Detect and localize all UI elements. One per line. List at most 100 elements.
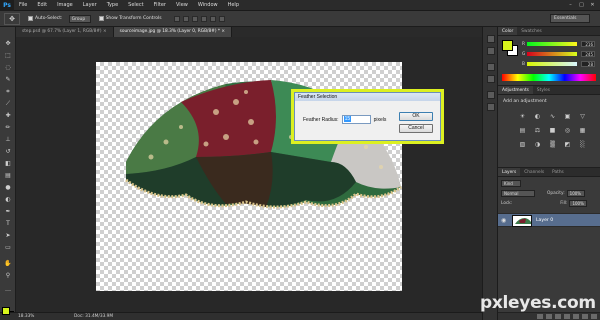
history-brush-tool-icon[interactable]: ↺ bbox=[3, 147, 13, 156]
new-adjustment-icon[interactable] bbox=[564, 314, 570, 319]
align-top-icon[interactable] bbox=[173, 15, 180, 22]
marquee-tool-icon[interactable]: ⬚ bbox=[3, 51, 13, 60]
tab-paths[interactable]: Paths bbox=[548, 168, 568, 176]
layer-row[interactable]: ◉ Layer 0 bbox=[498, 213, 600, 227]
menu-filter[interactable]: Filter bbox=[149, 2, 171, 8]
add-mask-icon[interactable] bbox=[555, 314, 561, 319]
tab-color[interactable]: Color bbox=[498, 27, 518, 35]
tab-sourceimage[interactable]: sourceimage.jpg @ 18.3% (Layer 0, RGB/8#… bbox=[113, 27, 232, 37]
menu-view[interactable]: View bbox=[171, 2, 193, 8]
new-group-icon[interactable] bbox=[573, 314, 579, 319]
slider-b-value[interactable]: 28 bbox=[581, 61, 595, 67]
fill-input[interactable]: 100% bbox=[569, 199, 588, 207]
properties-icon[interactable] bbox=[487, 47, 495, 55]
zoom-tool-icon[interactable]: ⚲ bbox=[3, 271, 13, 280]
workspace-switcher[interactable]: Essentials bbox=[550, 14, 590, 23]
move-icon[interactable]: ✥ bbox=[4, 12, 20, 25]
brush-panel-icon[interactable] bbox=[487, 91, 495, 99]
brush-tool-icon[interactable]: ✏ bbox=[3, 123, 13, 132]
hue-saturation-icon[interactable]: ▤ bbox=[518, 126, 527, 134]
gradient-map-icon[interactable]: ░ bbox=[578, 140, 587, 148]
curves-icon[interactable]: ∿ bbox=[548, 112, 557, 120]
slider-r-value[interactable]: 216 bbox=[581, 41, 595, 47]
layer-style-icon[interactable] bbox=[546, 314, 552, 319]
quick-select-tool-icon[interactable]: ✎ bbox=[3, 75, 13, 84]
color-spectrum-bar[interactable] bbox=[502, 74, 596, 81]
delete-layer-icon[interactable] bbox=[591, 314, 597, 319]
menu-select[interactable]: Select bbox=[123, 2, 148, 8]
layer-name[interactable]: Layer 0 bbox=[536, 218, 553, 223]
color-foreground-swatch[interactable] bbox=[502, 40, 513, 51]
color-lookup-icon[interactable]: ▧ bbox=[518, 140, 527, 148]
character-icon[interactable] bbox=[487, 63, 495, 71]
hand-tool-icon[interactable]: ✋ bbox=[3, 259, 13, 268]
maximize-button[interactable]: □ bbox=[577, 1, 586, 9]
crop-tool-icon[interactable]: ⌗ bbox=[3, 87, 13, 96]
menu-type[interactable]: Type bbox=[102, 2, 123, 8]
healing-tool-icon[interactable]: ✚ bbox=[3, 111, 13, 120]
layer-filter-kind[interactable]: Kind bbox=[501, 179, 521, 187]
tab-adjustments[interactable]: Adjustments bbox=[498, 86, 533, 94]
new-layer-icon[interactable] bbox=[582, 314, 588, 319]
history-icon[interactable] bbox=[487, 35, 495, 43]
menu-window[interactable]: Window bbox=[193, 2, 223, 8]
canvas-area[interactable] bbox=[16, 37, 482, 312]
minimize-button[interactable]: – bbox=[566, 1, 575, 9]
threshold-icon[interactable]: ◩ bbox=[563, 140, 572, 148]
foreground-color-swatch[interactable] bbox=[2, 307, 10, 315]
slider-g-track[interactable] bbox=[527, 52, 577, 56]
menu-help[interactable]: Help bbox=[223, 2, 244, 8]
slider-b-track[interactable] bbox=[527, 62, 577, 66]
posterize-icon[interactable]: ▒ bbox=[548, 140, 557, 148]
align-center-icon[interactable] bbox=[209, 15, 216, 22]
vibrance-icon[interactable]: ▽ bbox=[578, 112, 587, 120]
tab-swatches[interactable]: Swatches bbox=[517, 27, 546, 35]
tab-channels[interactable]: Channels bbox=[520, 168, 548, 176]
channel-mixer-icon[interactable]: ▦ bbox=[578, 126, 587, 134]
levels-icon[interactable]: ◐ bbox=[533, 112, 542, 120]
auto-select-checkbox[interactable] bbox=[28, 16, 33, 21]
link-layers-icon[interactable] bbox=[537, 314, 543, 319]
slider-r-track[interactable] bbox=[527, 42, 577, 46]
move-tool-icon[interactable]: ✥ bbox=[3, 39, 13, 48]
invert-icon[interactable]: ◑ bbox=[533, 140, 542, 148]
dodge-tool-icon[interactable]: ◐ bbox=[3, 195, 13, 204]
shape-tool-icon[interactable]: ▭ bbox=[3, 243, 13, 252]
pen-tool-icon[interactable]: ✒ bbox=[3, 207, 13, 216]
opacity-input[interactable]: 100% bbox=[566, 189, 585, 197]
black-white-icon[interactable]: ■ bbox=[548, 126, 557, 134]
align-middle-icon[interactable] bbox=[182, 15, 189, 22]
slider-b[interactable]: B 28 bbox=[522, 61, 598, 67]
visibility-eye-icon[interactable]: ◉ bbox=[501, 217, 509, 224]
menu-image[interactable]: Image bbox=[52, 2, 78, 8]
gradient-tool-icon[interactable]: ▤ bbox=[3, 171, 13, 180]
color-balance-icon[interactable]: ⚖ bbox=[533, 126, 542, 134]
path-select-tool-icon[interactable]: ➤ bbox=[3, 231, 13, 240]
tab-styles[interactable]: Styles bbox=[533, 86, 554, 94]
auto-select-dropdown[interactable]: Group bbox=[68, 14, 91, 23]
photo-filter-icon[interactable]: ◎ bbox=[563, 126, 572, 134]
slider-g[interactable]: G 245 bbox=[522, 51, 598, 57]
brightness-icon[interactable]: ☀ bbox=[518, 112, 527, 120]
menu-file[interactable]: File bbox=[14, 2, 32, 8]
show-transform-checkbox[interactable] bbox=[98, 16, 104, 21]
type-tool-icon[interactable]: T bbox=[3, 219, 13, 228]
zoom-level[interactable]: 18.33% bbox=[18, 314, 44, 319]
paragraph-icon[interactable] bbox=[487, 75, 495, 83]
slider-g-value[interactable]: 245 bbox=[581, 51, 595, 57]
clone-stamp-tool-icon[interactable]: ⊥ bbox=[3, 135, 13, 144]
slider-r[interactable]: R 216 bbox=[522, 41, 598, 47]
align-right-icon[interactable] bbox=[218, 15, 225, 22]
edit-mode-icon[interactable]: … bbox=[3, 285, 13, 294]
close-button[interactable]: ✕ bbox=[588, 1, 597, 9]
eraser-tool-icon[interactable]: ◧ bbox=[3, 159, 13, 168]
clone-source-icon[interactable] bbox=[487, 103, 495, 111]
blur-tool-icon[interactable]: ● bbox=[3, 183, 13, 192]
lasso-tool-icon[interactable]: ◌ bbox=[3, 63, 13, 72]
eyedropper-tool-icon[interactable]: ⟋ bbox=[3, 99, 13, 108]
blend-mode-dropdown[interactable]: Normal bbox=[501, 189, 535, 197]
menu-layer[interactable]: Layer bbox=[78, 2, 102, 8]
align-bottom-icon[interactable] bbox=[191, 15, 198, 22]
align-left-icon[interactable] bbox=[200, 15, 207, 22]
exposure-icon[interactable]: ▣ bbox=[563, 112, 572, 120]
